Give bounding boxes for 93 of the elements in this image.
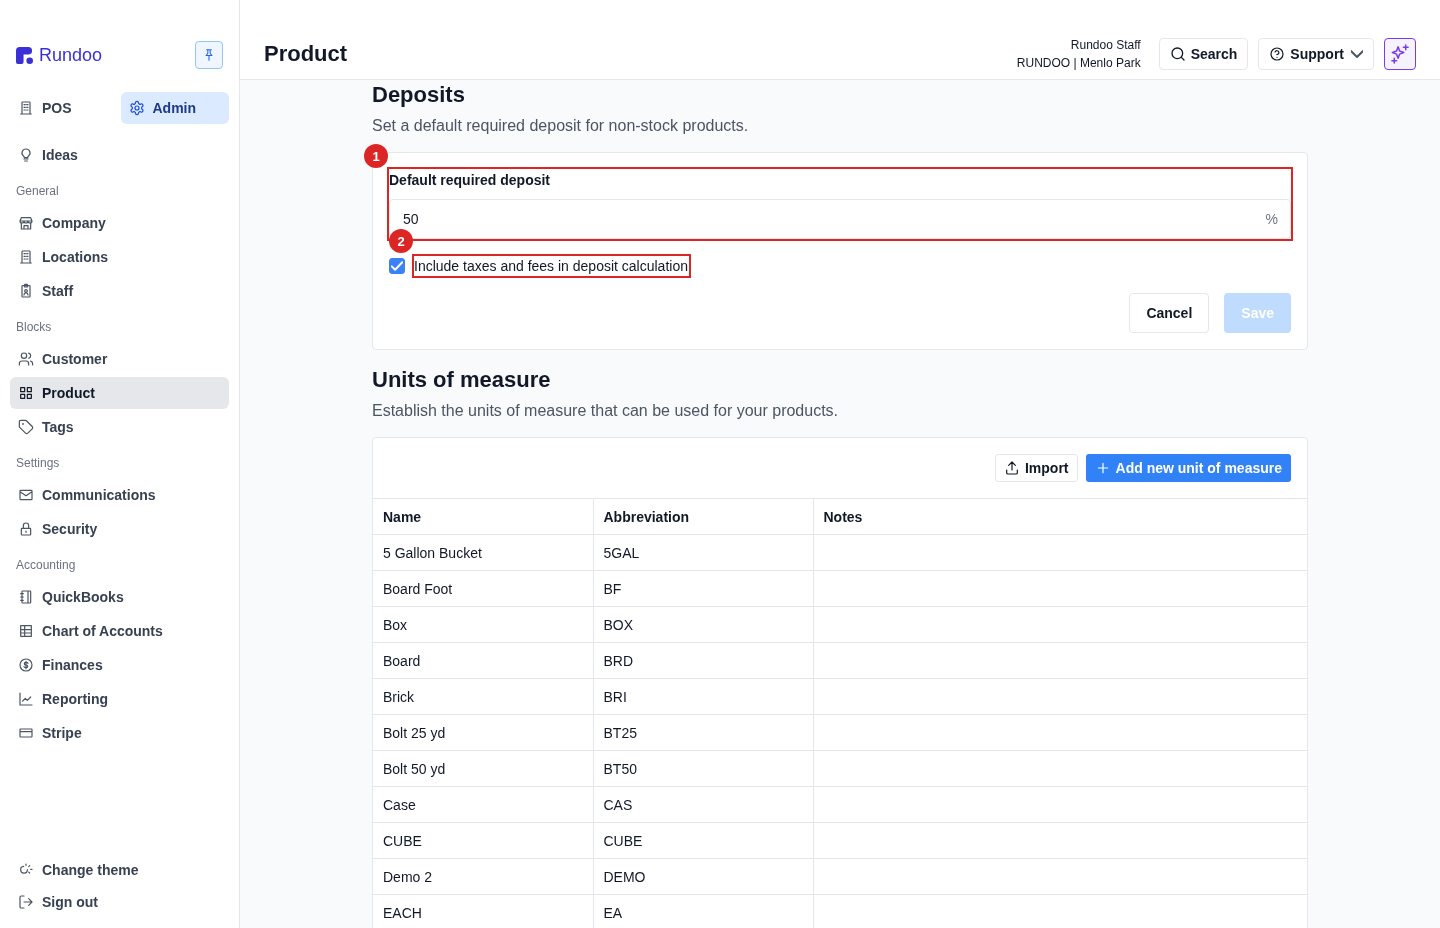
section-label: Settings [16, 455, 61, 471]
table-cell: EA [593, 894, 813, 928]
upload-icon [1003, 460, 1020, 476]
support-button[interactable]: Support [1258, 37, 1374, 70]
envelope-icon [18, 487, 34, 503]
logo-mark-icon [16, 46, 33, 64]
nav-item[interactable]: Change theme [10, 854, 229, 886]
checkbox[interactable] [389, 258, 405, 274]
lock-icon [18, 521, 34, 537]
annotation-badge: 2 [389, 229, 413, 253]
table-icon [18, 623, 34, 639]
table-cell: 5 Gallon Bucket [373, 534, 593, 571]
section-description: Establish the units of measure that can be used for your products. [372, 401, 840, 421]
table-cell: Board Foot [373, 570, 593, 607]
column-header: Name [373, 498, 593, 535]
unit-suffix: % [1265, 210, 1278, 228]
column-header: Abbreviation [593, 498, 813, 535]
table-cell: DEMO [593, 858, 813, 895]
id-badge-icon [18, 283, 34, 299]
nav-item[interactable]: Communications [10, 479, 229, 511]
tag-icon [18, 419, 34, 435]
pin-button[interactable] [195, 41, 223, 69]
pin-icon [202, 48, 216, 62]
table-cell: CUBE [373, 822, 593, 859]
sparkles-icon [1390, 43, 1410, 64]
building-icon [18, 100, 34, 116]
line-chart-icon [18, 691, 34, 707]
table-cell: EACH [373, 894, 593, 928]
column-header: Notes [813, 498, 1307, 535]
nav-item[interactable]: Product [10, 377, 229, 409]
nav-item[interactable]: Stripe [10, 717, 229, 749]
section-title: Deposits [372, 81, 466, 109]
nav-item[interactable]: Customer [10, 343, 229, 375]
nav-item[interactable]: Sign out [10, 886, 229, 918]
table-cell: CUBE [593, 822, 813, 859]
lightbulb-icon [18, 147, 34, 163]
nav-item[interactable]: Staff [10, 275, 229, 307]
cancel-button[interactable]: Cancel [1129, 293, 1210, 333]
search-button[interactable]: Search [1158, 37, 1249, 70]
chevron-down-icon [1351, 47, 1363, 60]
checkmark-icon [391, 260, 403, 272]
search-icon [1169, 45, 1186, 62]
section-label: General [16, 183, 60, 199]
table-cell: 5GAL [593, 534, 813, 571]
section-title: Units of measure [372, 366, 552, 394]
assistant-button[interactable] [1384, 37, 1416, 70]
table-cell: BRD [593, 642, 813, 679]
store-icon [18, 215, 34, 231]
table-cell: Brick [373, 678, 593, 715]
field-label: Default required deposit [389, 171, 552, 190]
section-label: Accounting [16, 557, 77, 573]
nav-item[interactable]: Tags [10, 411, 229, 443]
table-cell: Board [373, 642, 593, 679]
sign-out-icon [18, 894, 34, 910]
table-cell: Bolt 50 yd [373, 750, 593, 787]
annotation-badge: 1 [364, 144, 388, 168]
user-location: RUNDOO | Menlo Park [1016, 54, 1141, 72]
table-cell: BOX [593, 606, 813, 643]
section-label: Blocks [16, 319, 53, 335]
nav-item[interactable]: Company [10, 207, 229, 239]
help-icon [1269, 45, 1286, 62]
table-cell: BT50 [593, 750, 813, 787]
nav-item[interactable]: Reporting [10, 683, 229, 715]
nav-item[interactable]: Security [10, 513, 229, 545]
checkbox-label: Include taxes and fees in deposit calculation [414, 257, 688, 276]
table-cell: BRI [593, 678, 813, 715]
dollar-icon [18, 657, 34, 673]
table-cell: BT25 [593, 714, 813, 751]
table-cell: BF [593, 570, 813, 607]
table-cell: Box [373, 606, 593, 643]
add-button[interactable]: Add new unit of measure [1085, 454, 1291, 482]
card-icon [18, 725, 34, 741]
gear-icon [128, 100, 145, 116]
table-cell: CAS [593, 786, 813, 823]
nav-item[interactable]: Locations [10, 241, 229, 273]
table-cell: Bolt 25 yd [373, 714, 593, 751]
users-icon [18, 351, 34, 367]
nav-item[interactable]: Finances [10, 649, 229, 681]
page-title: Product [264, 40, 348, 67]
user-name: Rundoo Staff [1070, 36, 1141, 54]
table-cell: Demo 2 [373, 858, 593, 895]
import-button[interactable]: Import [994, 454, 1078, 482]
mode-tab[interactable]: Admin [120, 92, 229, 124]
building-icon [18, 249, 34, 265]
notebook-icon [18, 589, 34, 605]
nav-item[interactable]: QuickBooks [10, 581, 229, 613]
nav-item[interactable]: Ideas [10, 139, 229, 171]
logo-text: Rundoo [39, 44, 103, 66]
mode-tab[interactable]: POS [10, 92, 119, 124]
nav-item[interactable]: Chart of Accounts [10, 615, 229, 647]
table-cell: Case [373, 786, 593, 823]
section-description: Set a default required deposit for non-stock products. [372, 116, 750, 136]
grid-icon [18, 385, 34, 401]
